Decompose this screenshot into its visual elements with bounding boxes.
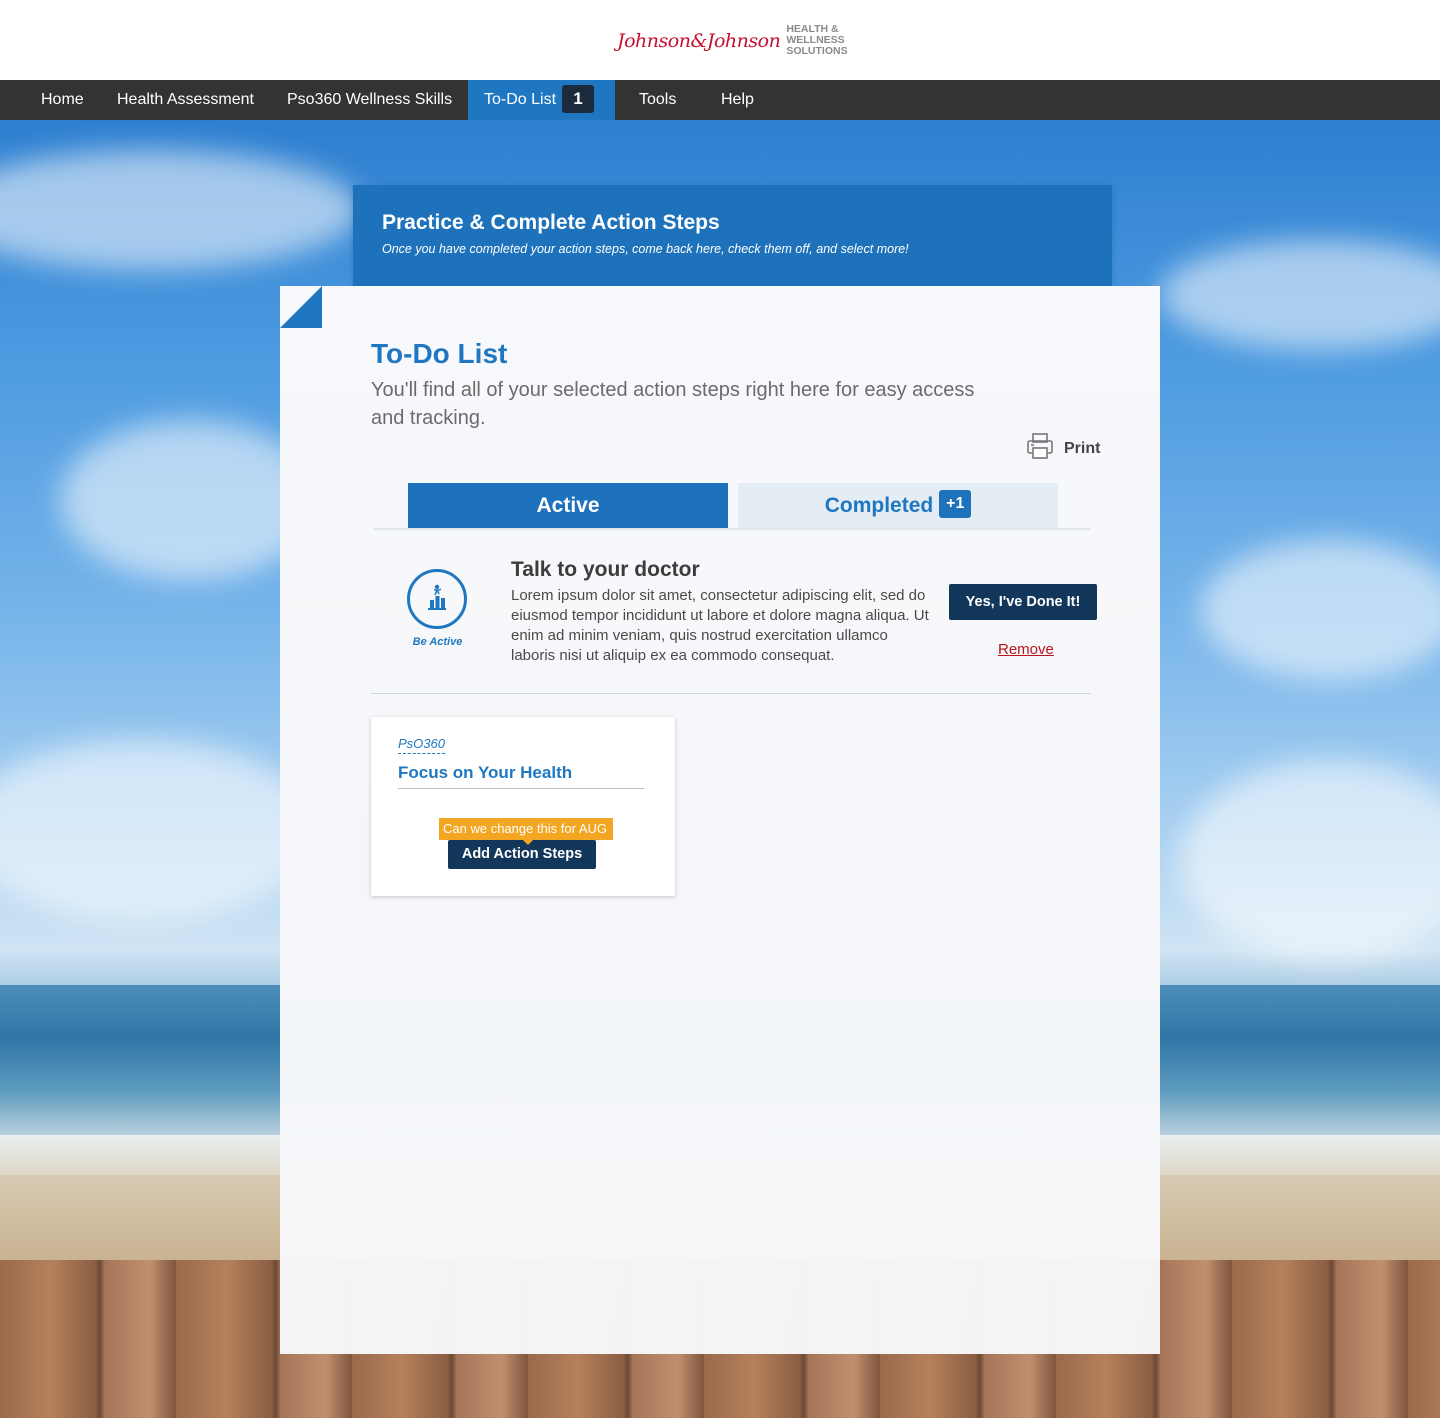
page-description: You'll find all of your selected action … — [371, 379, 975, 429]
corner-fold — [280, 286, 322, 328]
todo-card: To-Do List You'll find all of your selec… — [280, 286, 1160, 1354]
banner-title: Practice & Complete Action Steps — [382, 211, 720, 234]
nav-item-tools[interactable]: Tools — [639, 80, 676, 120]
tab-label: Completed — [824, 494, 934, 517]
cloud — [1180, 760, 1440, 960]
tab-label: Active — [536, 494, 600, 517]
cloud — [0, 150, 360, 270]
nav-item-todo-list[interactable]: To-Do List 1 — [468, 80, 615, 120]
completed-count-badge: +1 — [939, 490, 972, 519]
be-active-icon — [407, 569, 467, 629]
nav-item-help[interactable]: Help — [721, 80, 754, 120]
tooltip-arrow — [523, 840, 533, 845]
skill-category[interactable]: PsO360 — [398, 736, 445, 754]
page-title: To-Do List — [371, 338, 508, 369]
remove-link[interactable]: Remove — [998, 641, 1054, 658]
printer-icon — [1025, 431, 1055, 466]
nav-item-wellness-skills[interactable]: Pso360 Wellness Skills — [287, 80, 452, 120]
skill-card: PsO360 Focus on Your Health Add Action S… — [371, 717, 675, 896]
nav-label: Help — [721, 91, 754, 108]
brand-logo[interactable]: Johnson&Johnson HEALTH & WELLNESS SOLUTI… — [617, 24, 848, 57]
action-steps-banner: Practice & Complete Action Steps Once yo… — [353, 185, 1112, 287]
comment-tooltip: Can we change this for AUG — [439, 818, 613, 840]
nav-label: Health Assessment — [117, 91, 254, 108]
brand-tagline: HEALTH & WELLNESS SOLUTIONS — [786, 24, 847, 57]
print-label: Print — [1064, 439, 1101, 457]
banner-subtitle: Once you have completed your action step… — [382, 242, 909, 256]
nav-item-home[interactable]: Home — [41, 80, 84, 120]
brand-line-3: SOLUTIONS — [786, 45, 848, 57]
action-description: Lorem ipsum dolor sit amet, consectetur … — [511, 587, 929, 664]
tab-active[interactable]: Active — [408, 483, 728, 528]
action-title: Talk to your doctor — [511, 558, 700, 581]
todo-count-badge: 1 — [562, 84, 595, 113]
cloud — [0, 740, 320, 920]
nav-label: Home — [41, 91, 84, 108]
nav-label: Tools — [639, 91, 677, 108]
cloud — [1160, 240, 1440, 350]
skill-title: Focus on Your Health — [398, 763, 573, 782]
divider — [371, 693, 1091, 694]
add-action-steps-button[interactable]: Add Action Steps — [448, 840, 596, 869]
nav-item-health-assessment[interactable]: Health Assessment — [117, 80, 254, 120]
icon-label: Be Active — [412, 636, 463, 648]
site-header: Johnson&Johnson HEALTH & WELLNESS SOLUTI… — [0, 0, 1440, 80]
nav-label: To-Do List — [484, 91, 557, 108]
cloud — [1200, 540, 1440, 680]
nav-label: Pso360 Wellness Skills — [287, 91, 453, 108]
tab-completed[interactable]: Completed +1 — [738, 483, 1058, 528]
print-button[interactable]: Print — [1025, 431, 1100, 466]
skill-divider — [398, 788, 644, 789]
tab-underline — [373, 528, 1091, 530]
brand-script: Johnson&Johnson — [617, 29, 781, 52]
main-nav: Home Health Assessment Pso360 Wellness S… — [0, 80, 1440, 120]
done-button[interactable]: Yes, I've Done It! — [949, 584, 1097, 620]
